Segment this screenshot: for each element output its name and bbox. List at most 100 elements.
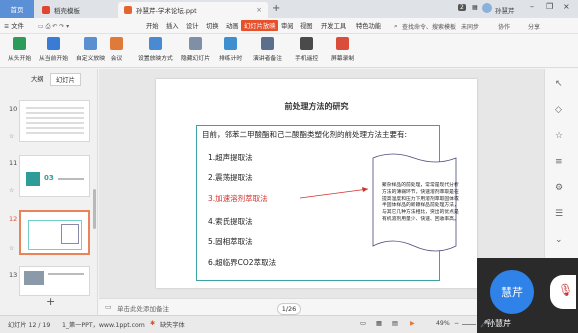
menu-animation[interactable]: 动画 — [226, 21, 239, 30]
missing-font-icon: ✱ — [150, 320, 156, 327]
close-window-icon[interactable]: × — [563, 2, 570, 11]
user-avatar[interactable] — [482, 3, 492, 13]
thumb-number: 13 — [9, 271, 18, 279]
menu-design[interactable]: 设计 — [186, 21, 199, 30]
tab-label: 稻壳模板 — [54, 7, 80, 15]
button-label: 隐藏幻灯片 — [181, 56, 210, 62]
slide-thumbnail-12-selected[interactable] — [19, 210, 90, 255]
speaker-notes-button[interactable]: 演讲者备注 — [253, 37, 282, 62]
home-tab-label: 首页 — [10, 6, 24, 14]
menu-special[interactable]: 特色功能 — [356, 21, 381, 30]
reading-view-icon[interactable]: ▤ — [392, 320, 398, 327]
ppt-file-icon — [124, 6, 132, 14]
button-label: 从当前开始 — [39, 56, 68, 62]
menu-view[interactable]: 视图 — [300, 21, 313, 30]
title-placeholder — [58, 178, 84, 180]
maximize-icon[interactable]: ❐ — [546, 2, 553, 11]
shape-icon[interactable]: ◇ — [555, 105, 562, 115]
participant-name: 孙慧芹 — [487, 319, 511, 328]
setup-show-button[interactable]: 设置放映方式 — [138, 37, 173, 62]
new-tab-button[interactable]: + — [272, 3, 280, 14]
sync-status[interactable]: 未同步 — [461, 22, 479, 31]
slide-thumbnail-11[interactable]: 03 — [19, 155, 90, 197]
meeting-icon — [110, 37, 123, 50]
button-label: 排练计时 — [219, 56, 243, 62]
menu-developer[interactable]: 开发工具 — [321, 21, 346, 30]
page-count-badge: 2 — [458, 4, 466, 11]
from-beginning-button[interactable]: 从头开始 — [8, 37, 31, 62]
quick-access-icons[interactable]: ▭ ⎙ ↶ ↷ ▾ — [38, 23, 69, 31]
button-label: 会议 — [110, 56, 123, 62]
table-preview — [26, 107, 84, 135]
phone-icon — [300, 37, 314, 50]
slide-thumbnail-13[interactable] — [19, 266, 90, 296]
home-tab[interactable]: 首页 — [0, 0, 34, 18]
thumbnail-scrollbar[interactable] — [93, 189, 96, 229]
star-shape-icon[interactable]: ☆ — [555, 131, 563, 141]
missing-font-button[interactable]: 缺失字体 — [160, 320, 185, 329]
meeting-button[interactable]: 会议 — [110, 37, 123, 62]
tab-document[interactable]: 孙慧芹-学术论坛.ppt × — [118, 2, 268, 18]
tab-docer-templates[interactable]: 稻壳模板 — [36, 2, 114, 18]
menu-transition[interactable]: 切换 — [206, 21, 219, 30]
custom-show-button[interactable]: 自定义放映 — [76, 37, 105, 62]
ribbon-toolbar: 从头开始 从当前开始 自定义放映 会议 设置放映方式 隐藏幻灯片 排练计时 演讲… — [0, 34, 578, 68]
participant-avatar[interactable]: 慧芹 — [490, 270, 534, 314]
tab-outline[interactable]: 大纲 — [26, 73, 49, 84]
hide-slide-button[interactable]: 隐藏幻灯片 — [181, 37, 210, 62]
section-block — [26, 172, 40, 186]
button-label: 自定义放映 — [76, 56, 105, 62]
pointer-icon[interactable]: ↖ — [555, 79, 563, 89]
mic-muted-icon: 🎙 — [558, 283, 574, 297]
normal-view-icon[interactable]: ▭ — [360, 320, 366, 327]
menu-start[interactable]: 开始 — [146, 21, 159, 30]
phone-remote-button[interactable]: 手机遥控 — [295, 37, 318, 62]
zoom-slider[interactable] — [462, 324, 476, 325]
settings-icon[interactable]: ⚙ — [555, 183, 563, 193]
tab-slides[interactable]: 幻灯片 — [50, 73, 81, 86]
notes-placeholder[interactable]: 单击此处添加备注 — [117, 303, 169, 313]
tab-label: 孙慧芹-学术论坛.ppt — [136, 7, 197, 15]
user-name[interactable]: 孙慧芹 — [495, 5, 515, 15]
current-slide[interactable]: 前处理方法的研究 目前，邻苯二甲酸酯和己二酸酯类塑化剂的前处理方法主要有: 1.… — [156, 79, 477, 288]
template-name: 1_第一PPT，www.1ppt.com — [62, 322, 145, 329]
sliders-icon[interactable]: ≡ — [555, 157, 563, 167]
screen-record-button[interactable]: 屏幕录制 — [331, 37, 354, 62]
star-icon: ☆ — [9, 133, 15, 140]
minimize-icon[interactable]: – — [530, 2, 534, 11]
from-current-button[interactable]: 从当前开始 — [39, 37, 68, 62]
slide-thumbnail-10[interactable] — [19, 100, 90, 142]
docer-icon — [42, 6, 50, 14]
mic-button[interactable]: 🎙 — [550, 275, 576, 309]
grid-icon[interactable]: ▦ — [472, 4, 478, 11]
file-menu[interactable]: ≡ 文件 — [4, 21, 24, 30]
add-slide-button[interactable]: + — [46, 295, 55, 308]
menu-bar: ≡ 文件 ▭ ⎙ ↶ ↷ ▾ 开始 插入 设计 切换 动画 幻灯片放映 审阅 视… — [0, 18, 578, 34]
note-text[interactable]: 聚杂样品的前处理，常常是现代分析方法的薄弱环节，快速溶剂萃取是在提高温度和压力下… — [382, 183, 460, 224]
section-number: 03 — [44, 174, 54, 182]
list-icon[interactable]: ☰ — [555, 209, 563, 219]
zoom-out-icon[interactable]: − — [454, 320, 459, 327]
sorter-view-icon[interactable]: ▦ — [376, 320, 382, 327]
slide-count: 幻灯片 12 / 19 — [8, 322, 51, 329]
menu-review[interactable]: 审阅 — [281, 21, 294, 30]
command-search[interactable]: 查找命令、搜索模板 — [402, 22, 456, 31]
button-label: 屏幕录制 — [331, 56, 355, 62]
zoom-level[interactable]: 49% — [436, 320, 450, 327]
menu-slideshow[interactable]: 幻灯片放映 — [241, 20, 279, 31]
search-icon: ⌕ — [394, 22, 398, 30]
record-icon — [336, 37, 350, 50]
button-label: 从头开始 — [8, 56, 32, 62]
play-slideshow-icon[interactable]: ▶ — [410, 320, 415, 327]
close-tab-icon[interactable]: × — [256, 6, 262, 14]
scroll-down-icon[interactable]: ⌄ — [555, 235, 563, 245]
button-label: 设置放映方式 — [138, 56, 173, 62]
custom-show-icon — [84, 37, 97, 50]
menu-insert[interactable]: 插入 — [166, 21, 179, 30]
star-icon: ☆ — [9, 245, 15, 252]
share-button[interactable]: 分享 — [528, 22, 540, 31]
rehearse-timing-button[interactable]: 排练计时 — [219, 37, 242, 62]
collab-button[interactable]: 协作 — [498, 22, 510, 31]
timer-icon — [224, 37, 238, 50]
slide-thumbnail-panel: 大纲 幻灯片 10 ☆ 11 03 ☆ 12 ☆ 13 + — [0, 69, 98, 315]
